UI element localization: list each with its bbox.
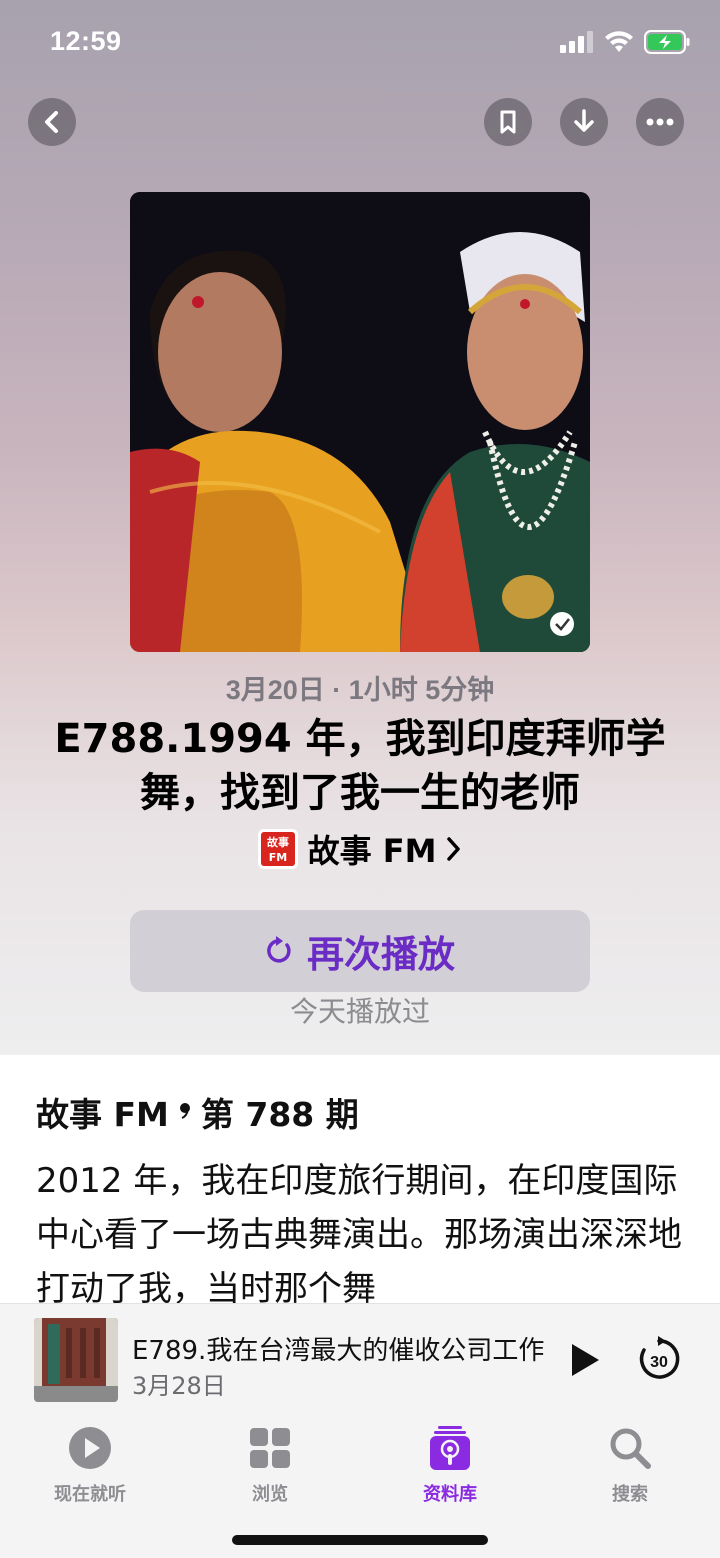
- explicit-dot-icon: [179, 1103, 190, 1119]
- wifi-icon: [605, 31, 633, 52]
- tab-browse[interactable]: 浏览: [210, 1426, 330, 1506]
- svg-text:故事: 故事: [267, 835, 289, 849]
- tab-label: 现在就听: [54, 1484, 126, 1505]
- play-again-label: 再次播放: [307, 933, 455, 976]
- played-status: 今天播放过: [289, 995, 430, 1028]
- status-time: 12:59: [50, 26, 122, 56]
- download-button[interactable]: [560, 98, 608, 146]
- mini-player[interactable]: E789.我在台湾最大的催收公司工作 3月28日 30: [0, 1303, 720, 1415]
- podcast-library-icon: [430, 1426, 470, 1470]
- bookmark-icon: [500, 110, 516, 134]
- search-icon: [610, 1428, 651, 1469]
- home-indicator: [232, 1535, 488, 1545]
- show-logo-icon: 故事 FM: [257, 829, 298, 869]
- download-arrow-icon: [574, 109, 594, 132]
- status-icons: [560, 30, 690, 54]
- tab-listen-now[interactable]: 现在就听: [30, 1426, 150, 1506]
- back-button[interactable]: [28, 98, 76, 146]
- tab-search[interactable]: 搜索: [570, 1426, 690, 1506]
- chevron-left-icon: [45, 111, 58, 133]
- battery-charging-icon: [644, 30, 690, 54]
- skip-forward-30-icon[interactable]: 30: [636, 1336, 682, 1382]
- mini-player-date: 3月28日: [132, 1372, 226, 1400]
- mini-player-title: E789.我在台湾最大的催收公司工作: [132, 1336, 545, 1366]
- grid-icon: [250, 1428, 290, 1468]
- episode-title: E788.1994 年，我到印度拜师学舞，找到了我一生的老师: [54, 716, 666, 816]
- episode-info-show: 故事 FM: [36, 1095, 169, 1134]
- play-circle-icon: [69, 1427, 111, 1469]
- svg-text:30: 30: [650, 1354, 668, 1371]
- play-again-button[interactable]: 再次播放: [130, 910, 590, 992]
- tab-label: 资料库: [423, 1484, 477, 1505]
- show-link[interactable]: 故事 FM 故事 FM: [0, 826, 720, 872]
- mini-player-artwork: [34, 1318, 118, 1402]
- ellipsis-icon: [646, 118, 674, 126]
- bookmark-button[interactable]: [484, 98, 532, 146]
- chevron-right-icon: [447, 837, 461, 861]
- tab-library[interactable]: 资料库: [390, 1426, 510, 1506]
- tab-label: 搜索: [612, 1484, 648, 1505]
- show-name[interactable]: 故事 FM: [308, 826, 437, 872]
- artwork-photo: [130, 192, 590, 652]
- svg-text:FM: FM: [268, 851, 286, 864]
- signal-icon: [560, 31, 593, 53]
- episode-description: 2012 年，我在印度旅行期间，在印度国际中心看了一场古典舞演出。那场演出深深地…: [36, 1161, 682, 1304]
- tab-label: 浏览: [252, 1484, 288, 1505]
- episode-artwork: [130, 192, 590, 652]
- episode-info: 故事 FM 第 788 期: [36, 1088, 359, 1136]
- episode-info-number: 第 788 期: [200, 1095, 359, 1134]
- replay-icon: [267, 936, 291, 963]
- play-icon[interactable]: [568, 1342, 602, 1378]
- more-options-button[interactable]: [636, 98, 684, 146]
- episode-meta: 3月20日 · 1小时 5分钟: [225, 675, 495, 705]
